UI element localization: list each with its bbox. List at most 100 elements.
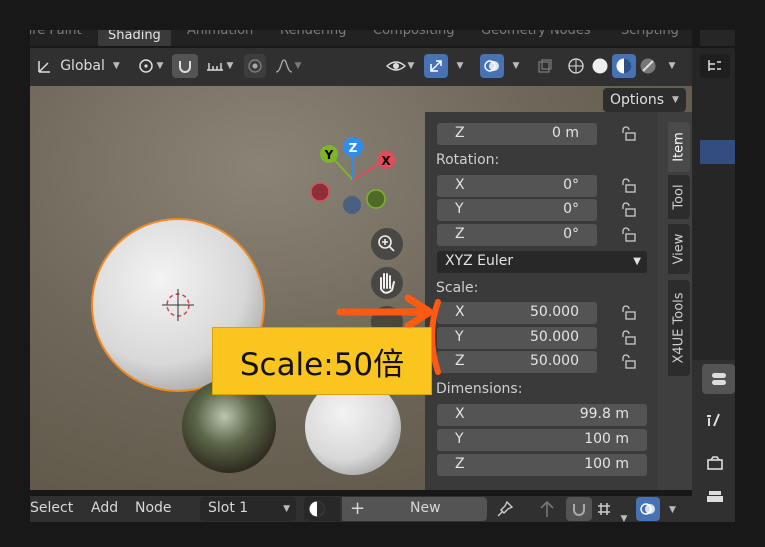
toggle-icon: [712, 373, 726, 385]
outliner-selected-row[interactable]: [700, 140, 735, 164]
shading-solid-button[interactable]: [588, 54, 612, 78]
rotation-y-field[interactable]: Y 0°: [437, 199, 597, 221]
axis-label: X: [455, 177, 465, 193]
top-bar-right: [700, 30, 735, 46]
viewport-header: Global ▼ ▼ ▼ ▼ ▼ ▼ ▼ ▼: [30, 48, 692, 86]
tab-scripting[interactable]: Scripting: [621, 30, 679, 38]
slot-value: Slot 1: [208, 500, 249, 516]
orientation-dropdown[interactable]: Global ▼: [30, 54, 126, 78]
node-overlays-toggle[interactable]: [636, 497, 660, 521]
outliner-editor-type-button[interactable]: [700, 54, 730, 78]
shading-wireframe-button[interactable]: [564, 54, 588, 78]
field-value: 50.000: [530, 304, 579, 320]
printer-icon[interactable]: [706, 488, 724, 506]
properties-editor-tabs: [692, 360, 735, 522]
gizmo-dropdown[interactable]: ▼: [450, 54, 468, 78]
new-material-button[interactable]: + New: [342, 497, 487, 521]
options-dropdown[interactable]: Options ▼: [603, 88, 686, 112]
shading-material-button[interactable]: [612, 54, 636, 78]
dimensions-x-field[interactable]: X 99.8 m: [437, 404, 647, 426]
chevron-down-icon: ▼: [226, 61, 234, 71]
axis-label: Y: [455, 329, 464, 345]
overlays-icon: [640, 503, 655, 515]
rotation-x-field[interactable]: X 0°: [437, 175, 597, 197]
properties-tab-tool[interactable]: [702, 364, 735, 394]
axis-label: Y: [455, 201, 464, 217]
location-z-field[interactable]: Z 0 m: [437, 123, 597, 145]
field-value: 0°: [563, 177, 579, 193]
shading-rendered-button[interactable]: [636, 54, 660, 78]
lock-icon[interactable]: [620, 202, 638, 218]
axis-label: Z: [455, 226, 465, 242]
slot-dropdown[interactable]: Slot 1 ▼: [200, 497, 296, 521]
overlays-icon: [484, 60, 499, 72]
menu-add[interactable]: Add: [91, 500, 118, 516]
sidebar-tab-x4ue-tools[interactable]: X4UE Tools: [668, 280, 690, 376]
lock-icon[interactable]: [620, 330, 638, 346]
lock-icon[interactable]: [620, 354, 638, 370]
gizmo-y-label: Y: [324, 148, 334, 162]
new-label: New: [410, 500, 441, 516]
field-value: 50.000: [530, 329, 579, 345]
chevron-down-icon: ▼: [456, 61, 464, 71]
scale-z-field[interactable]: Z 50.000: [437, 351, 597, 373]
proportional-falloff-dropdown[interactable]: ▼: [270, 54, 306, 78]
dimensions-y-field[interactable]: Y 100 m: [437, 429, 647, 451]
pin-icon[interactable]: [496, 500, 514, 518]
gizmo-arrow-icon: [430, 60, 442, 72]
plus-icon: +: [350, 498, 366, 519]
options-label: Options: [610, 92, 665, 108]
pivot-point-dropdown[interactable]: ▼: [132, 54, 168, 78]
wrench-icon[interactable]: [706, 410, 724, 428]
shading-dropdown[interactable]: ▼: [662, 54, 680, 78]
proportional-edit-toggle[interactable]: [244, 54, 266, 78]
node-snap-dropdown[interactable]: ▼: [594, 497, 630, 524]
field-value: 99.8 m: [579, 406, 629, 422]
tab-rendering[interactable]: Rendering: [280, 30, 346, 38]
snap-target-dropdown[interactable]: ▼: [200, 54, 238, 78]
node-snap-toggle[interactable]: [566, 497, 592, 521]
pivot-icon: [138, 59, 153, 73]
dimensions-z-field[interactable]: Z 100 m: [437, 454, 647, 476]
lock-icon[interactable]: [620, 126, 638, 142]
render-icon[interactable]: [706, 454, 724, 472]
snap-toggle[interactable]: [172, 54, 198, 78]
grid-snap-icon: [598, 503, 610, 515]
overlays-toggle[interactable]: [480, 54, 504, 78]
xray-toggle[interactable]: [534, 54, 556, 78]
wireframe-sphere-icon: [568, 58, 584, 74]
scale-x-field[interactable]: X 50.000: [437, 302, 597, 324]
node-editor-header: Select Add Node Slot 1 ▼ + New ▼ ▼: [30, 496, 692, 524]
menu-node[interactable]: Node: [135, 500, 172, 516]
chevron-down-icon[interactable]: ▼: [669, 505, 676, 515]
sidebar-tab-tool[interactable]: Tool: [668, 175, 690, 219]
sidebar-tab-view[interactable]: View: [668, 224, 690, 274]
visibility-dropdown[interactable]: ▼: [380, 54, 420, 78]
zoom-button[interactable]: [371, 228, 403, 260]
axis-label: X: [455, 304, 465, 320]
tab-texture-paint[interactable]: ure Paint: [30, 30, 82, 38]
lock-icon[interactable]: [620, 305, 638, 321]
parent-node-tree-icon[interactable]: [538, 499, 556, 519]
scale-annotation-callout: Scale:50倍: [212, 327, 432, 395]
chevron-down-icon: ▼: [633, 256, 641, 267]
rotation-z-field[interactable]: Z 0°: [437, 224, 597, 246]
overlays-dropdown[interactable]: ▼: [506, 54, 524, 78]
tab-compositing[interactable]: Compositing: [373, 30, 455, 38]
chevron-down-icon: ▼: [283, 504, 290, 514]
scale-y-field[interactable]: Y 50.000: [437, 327, 597, 349]
gizmo-z-label: Z: [349, 141, 358, 155]
menu-select[interactable]: Select: [30, 500, 73, 516]
field-value: 0 m: [552, 125, 579, 141]
field-value: 0°: [563, 226, 579, 242]
lock-icon[interactable]: [620, 227, 638, 243]
material-browse-button[interactable]: [304, 497, 340, 521]
lock-icon[interactable]: [620, 178, 638, 194]
tab-geometry-nodes[interactable]: Geometry Nodes: [481, 30, 591, 38]
sidebar-tab-item[interactable]: Item: [668, 122, 690, 172]
tab-animation[interactable]: Animation: [187, 30, 253, 38]
gizmo-toggle[interactable]: [424, 54, 448, 78]
rotation-mode-dropdown[interactable]: XYZ Euler ▼: [437, 251, 647, 273]
chevron-down-icon: ▼: [512, 61, 520, 71]
tab-shading[interactable]: Shading: [98, 30, 171, 46]
